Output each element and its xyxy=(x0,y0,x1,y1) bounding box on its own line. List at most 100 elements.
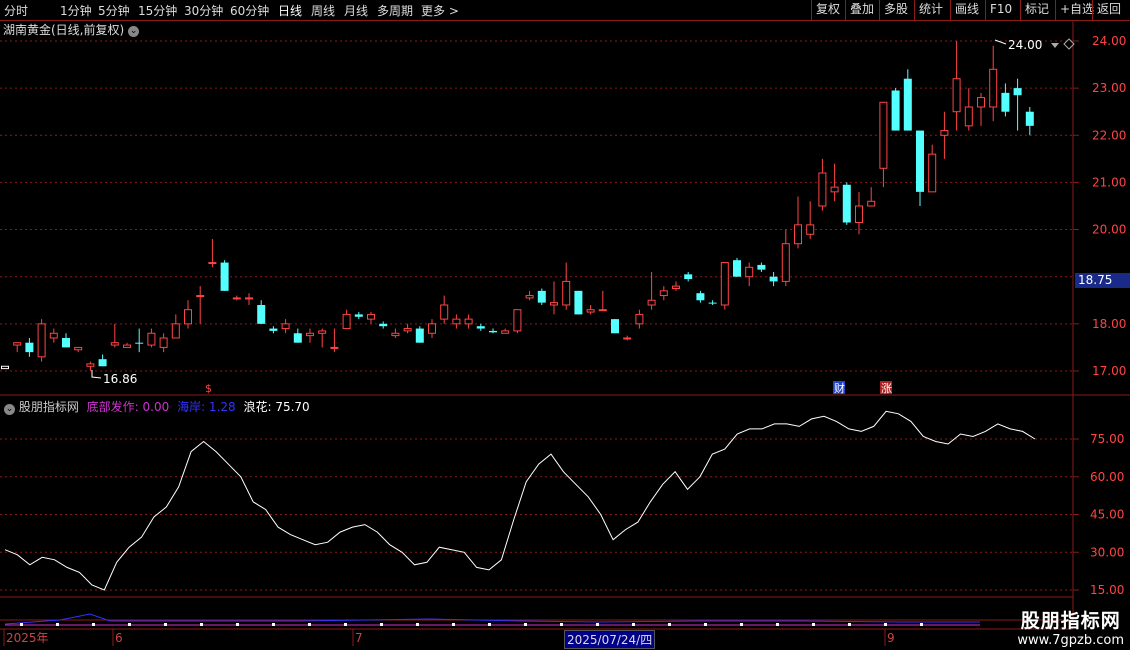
bottom-dot xyxy=(560,623,563,626)
candle-body xyxy=(37,323,46,358)
candle-body xyxy=(171,323,180,339)
bottom-dot xyxy=(524,623,527,626)
event-marker-text: 财 xyxy=(834,381,845,395)
event-marker-text: 涨 xyxy=(881,382,892,395)
candle-body xyxy=(574,290,583,315)
candle-body xyxy=(13,342,22,346)
candle-body xyxy=(720,262,729,306)
candle-body xyxy=(611,319,619,334)
candle-body xyxy=(1013,88,1022,96)
indicator-value-2: 浪花: 75.70 xyxy=(243,400,310,414)
bottom-dot xyxy=(848,623,851,626)
candle-body xyxy=(781,243,790,282)
candle-body xyxy=(489,330,497,333)
bottom-dot xyxy=(344,623,347,626)
bottom-dot xyxy=(128,623,131,626)
chevron-down-icon[interactable]: ⌄ xyxy=(4,404,15,415)
candle-body xyxy=(659,290,668,297)
candle-body xyxy=(318,330,327,334)
candle-body xyxy=(440,304,449,320)
candle-body xyxy=(293,333,302,343)
candle-body xyxy=(74,346,83,351)
indicator-label[interactable]: ⌄ 股朋指标网 底部发作: 0.00 海岸: 1.28 浪花: 75.70 xyxy=(4,398,310,415)
candle-body xyxy=(379,323,388,327)
date-label: 2025年 xyxy=(6,631,49,645)
price-tick-label: 20.00 xyxy=(1092,223,1126,237)
candle-body xyxy=(1025,111,1034,126)
current-date-label: 2025/07/24/四 xyxy=(564,630,656,649)
bottom-dot xyxy=(920,623,923,626)
candle-body xyxy=(769,276,778,282)
candle-body xyxy=(733,260,741,277)
candle-body xyxy=(745,266,754,278)
bottom-dot xyxy=(704,623,707,626)
candle-body xyxy=(537,290,546,303)
candle-body xyxy=(842,184,851,223)
candle-body xyxy=(476,326,485,329)
candle-body xyxy=(1,365,9,370)
indicator-value-0: 底部发作: 0.00 xyxy=(86,400,170,414)
candle-body xyxy=(184,309,192,325)
bottom-dot xyxy=(200,623,203,626)
indicator-tick-label: 30.00 xyxy=(1090,545,1124,559)
coast-line xyxy=(4,613,980,625)
candle-body xyxy=(415,328,424,343)
candle-body xyxy=(306,332,314,337)
candle-body xyxy=(940,130,949,136)
indicator-value-1: 海岸: 1.28 xyxy=(177,400,236,414)
candle-body xyxy=(623,337,632,340)
candle-body xyxy=(25,342,34,353)
candle-body xyxy=(452,318,461,325)
candle-body xyxy=(818,172,827,207)
candle-body xyxy=(232,297,241,300)
indicator-tick-label: 45.00 xyxy=(1090,508,1124,522)
candle-body xyxy=(147,332,156,346)
candle-body xyxy=(855,205,863,223)
bottom-dot xyxy=(632,623,635,626)
candle-body xyxy=(49,332,58,339)
lang-hua-line xyxy=(4,410,1036,591)
candle-body xyxy=(867,200,876,207)
candle-body xyxy=(513,309,522,332)
candle-body xyxy=(135,342,144,344)
bottom-dot xyxy=(92,623,95,626)
candle-body xyxy=(586,309,595,313)
candle-body xyxy=(806,224,815,235)
candle-body xyxy=(464,318,473,325)
date-label: 6 xyxy=(115,631,123,645)
chevron-down-icon xyxy=(1051,43,1059,48)
candle-body xyxy=(598,309,607,312)
candle-body xyxy=(208,262,217,265)
candle-body xyxy=(794,224,802,245)
bottom-dot xyxy=(668,623,671,626)
candle-body xyxy=(891,90,900,131)
candle-body xyxy=(672,285,680,289)
price-tick-label: 22.00 xyxy=(1092,128,1126,142)
bottom-dot xyxy=(416,623,419,626)
candle-body xyxy=(525,295,534,299)
indicator-name: 股朋指标网 xyxy=(18,400,79,414)
candle-body xyxy=(220,262,229,291)
candle-body xyxy=(257,304,266,324)
candle-body xyxy=(196,295,205,298)
stock-chart[interactable]: 24.00 23.00 22.00 21.00 20.00 18.00 17.00 24.00… xyxy=(0,0,1130,650)
candle-body xyxy=(647,299,656,306)
candle-body xyxy=(1001,92,1010,112)
bottom-dot xyxy=(452,623,455,626)
candle-body xyxy=(879,101,888,169)
candle-body xyxy=(245,297,253,300)
indicator-tick-label: 75.00 xyxy=(1090,432,1124,446)
bottom-dot xyxy=(380,623,383,626)
current-price-label: 18.75 xyxy=(1075,273,1130,288)
candle-body xyxy=(708,302,717,304)
bottom-dot xyxy=(884,623,887,626)
bottom-dot xyxy=(776,623,779,626)
candle-body xyxy=(403,328,412,332)
watermark-url: www.7gpzb.com xyxy=(1017,633,1124,648)
candle-body xyxy=(269,328,278,331)
bottom-dot xyxy=(596,623,599,626)
candle-body xyxy=(952,78,961,113)
candle-body xyxy=(428,323,436,334)
candle-body xyxy=(391,332,400,337)
candle-body xyxy=(342,313,351,330)
